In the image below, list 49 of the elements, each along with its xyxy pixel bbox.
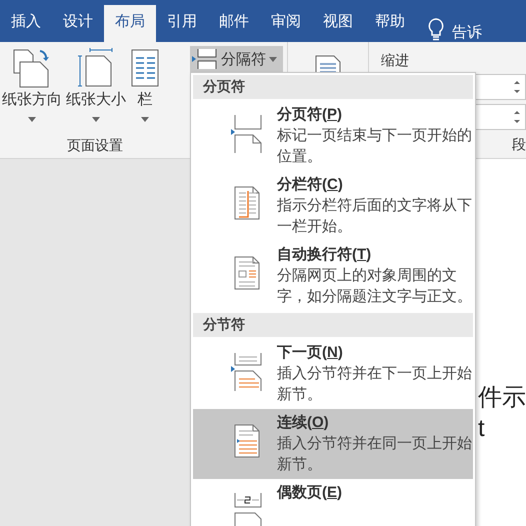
menu-item[interactable]: 连续(O) 插入分节符并在同一页上开始新节。 [193,409,473,479]
indent-label: 缩进 [381,52,410,70]
lightbulb-icon[interactable] [428,18,444,42]
menu-item[interactable]: 下一页(N) 插入分节符并在下一页上开始新节。 [193,339,473,409]
ribbon-tab[interactable]: 帮助 [364,0,416,42]
menu-item[interactable]: 偶数页(E) [193,479,473,526]
page-orientation-icon [12,48,52,88]
spin-arrows-icon[interactable] [513,79,521,95]
menu-item-description: 指示分栏符后面的文字将从下一栏开始。 [277,196,473,237]
menu-item-title: 自动换行符(T) [277,245,372,265]
caret-icon [28,117,36,122]
menu-item-description: 标记一页结束与下一页开始的位置。 [277,126,473,167]
menu-item[interactable]: 分页符(P) 标记一页结束与下一页开始的位置。 [193,101,473,171]
ribbon-tab[interactable]: 布局 [104,5,156,42]
ribbon-tab[interactable]: 邮件 [208,0,260,42]
ribbon-tab[interactable]: 设计 [52,0,104,42]
menu-item-description: 插入分节符并在下一页上开始新节。 [277,364,473,405]
ribbon-button[interactable]: 纸张方向 [0,48,64,133]
breaks-dropdown[interactable]: 分隔符 [190,46,283,72]
caret-icon [141,117,149,122]
ribbon-button[interactable]: 栏 [128,48,162,133]
menu-item-title: 分栏符(C) [277,175,344,195]
menu-item[interactable]: 自动换行符(T) 分隔网页上的对象周围的文字，如分隔题注文字与正文。 [193,241,473,311]
menu-section-header: 分节符 [193,313,473,337]
menu-item-description: 分隔网页上的对象周围的文字，如分隔题注文字与正文。 [277,266,473,307]
break-icon [231,351,263,391]
ribbon-tab[interactable]: 视图 [312,0,364,42]
caret-icon [269,56,277,62]
ribbon-tab[interactable]: 插入 [0,0,52,42]
menu-section-header: 分页符 [193,75,473,99]
menu-item-description: 插入分节符并在同一页上开始新节。 [277,434,473,475]
group-label: 页面设置 [66,137,124,155]
menu-item-title: 偶数页(E) [277,483,344,503]
spin-arrows-icon[interactable] [513,109,521,125]
menu-item[interactable]: 分栏符(C) 指示分栏符后面的文字将从下一栏开始。 [193,171,473,241]
ribbon-tab[interactable]: 审阅 [260,0,312,42]
page-break-icon [192,48,218,70]
document-text: t [478,415,485,443]
document-text: 件示 [478,383,526,413]
tell-me-label[interactable]: 告诉 [452,23,482,42]
break-icon [231,113,263,153]
menu-item-title: 分页符(P) [277,105,344,125]
group-label: 段 [512,136,526,154]
menu-item-title: 连续(O) [277,413,330,433]
ribbon-button[interactable]: 纸张大小 [64,48,128,133]
menu-item-title: 下一页(N) [277,343,344,363]
caret-icon [92,117,100,122]
ribbon-tab[interactable]: 引用 [156,0,208,42]
columns-icon [130,48,160,88]
